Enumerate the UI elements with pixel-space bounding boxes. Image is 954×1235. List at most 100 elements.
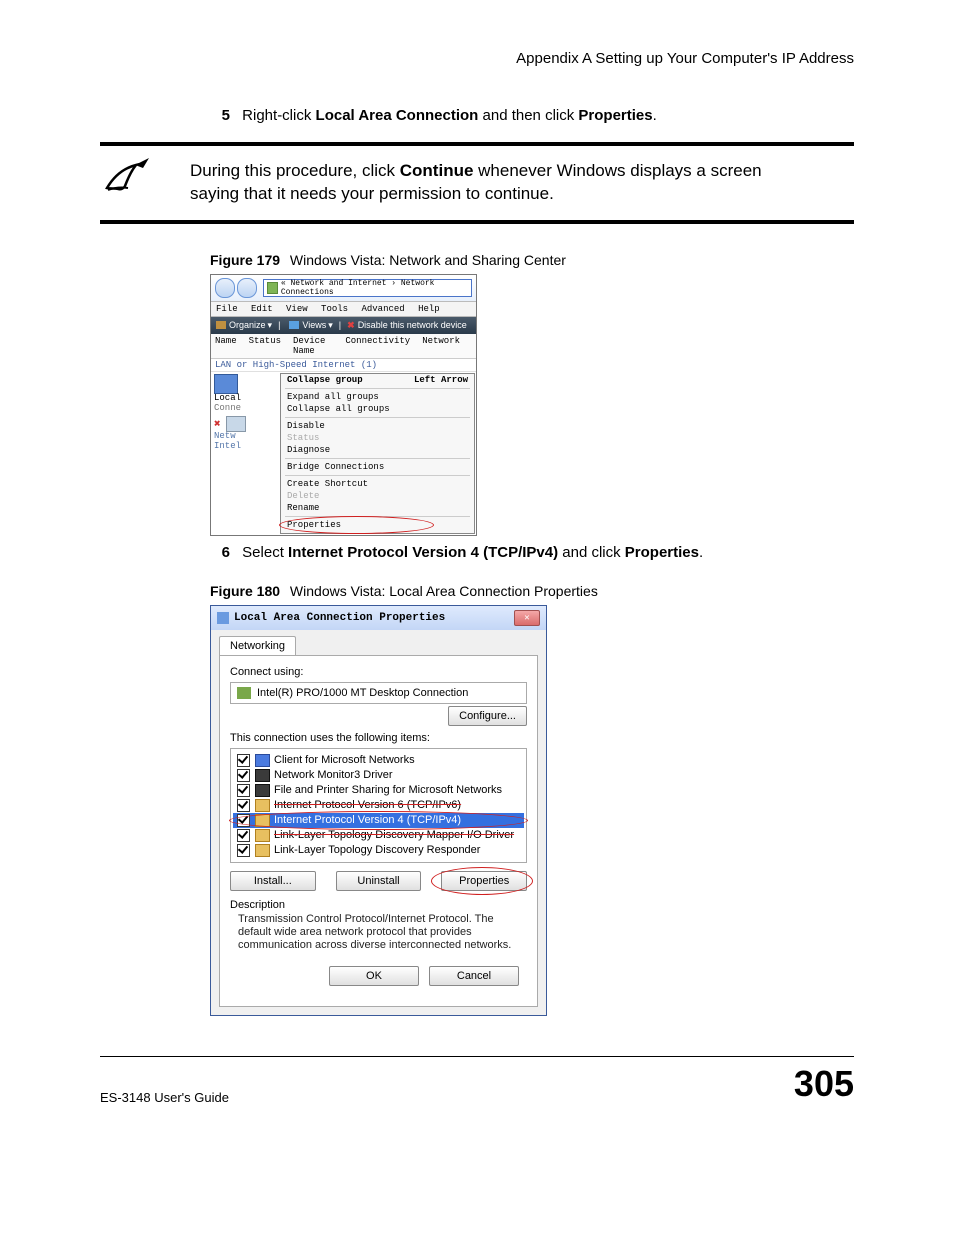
- menu-file[interactable]: File: [216, 304, 238, 314]
- col-network[interactable]: Network: [422, 336, 460, 356]
- properties-button[interactable]: Properties: [441, 871, 527, 891]
- install-button[interactable]: Install...: [230, 871, 316, 891]
- ctx-collapse-group[interactable]: Collapse group Left Arrow: [281, 374, 474, 386]
- menu-tools[interactable]: Tools: [321, 304, 348, 314]
- col-conn[interactable]: Connectivity: [345, 336, 410, 356]
- menu-help[interactable]: Help: [418, 304, 440, 314]
- cancel-button[interactable]: Cancel: [429, 966, 519, 986]
- protocol-icon: [255, 814, 270, 827]
- service-icon: [255, 784, 270, 797]
- checkbox-icon[interactable]: [237, 814, 250, 827]
- adapter-icon: [237, 687, 251, 699]
- forward-button[interactable]: [237, 278, 257, 298]
- close-button[interactable]: ✕: [514, 610, 540, 626]
- note-l2: saying that it needs your permission to …: [190, 184, 554, 203]
- step-6-num: 6: [210, 544, 230, 561]
- conn-sub: Conne: [214, 404, 276, 414]
- ctx-collapse-all[interactable]: Collapse all groups: [281, 403, 474, 415]
- note-l1-b: Continue: [400, 161, 474, 180]
- views-icon: [289, 321, 299, 329]
- nav-bar: « Network and Internet › Network Connect…: [211, 275, 476, 302]
- screen-icon: [226, 416, 246, 432]
- items-listbox[interactable]: Client for Microsoft Networks Network Mo…: [230, 748, 527, 863]
- list-item[interactable]: Link-Layer Topology Discovery Responder: [233, 843, 524, 858]
- ctx-status: Status: [281, 432, 474, 444]
- list-item[interactable]: Network Monitor3 Driver: [233, 768, 524, 783]
- connection-item[interactable]: Local Conne ✖ Netw Intel: [211, 372, 279, 535]
- step-6-b1: Internet Protocol Version 4 (TCP/IPv4): [288, 544, 558, 561]
- menu-edit[interactable]: Edit: [251, 304, 273, 314]
- running-header: Appendix A Setting up Your Computer's IP…: [100, 50, 854, 67]
- ctx-disable[interactable]: Disable: [281, 420, 474, 432]
- toolbar-disable[interactable]: Disable this network device: [358, 320, 467, 330]
- tab-networking[interactable]: Networking: [219, 636, 296, 655]
- list-item-label: Link-Layer Topology Discovery Responder: [274, 844, 480, 856]
- client-icon: [255, 754, 270, 767]
- ok-button[interactable]: OK: [329, 966, 419, 986]
- list-item[interactable]: File and Printer Sharing for Microsoft N…: [233, 783, 524, 798]
- step-5-b2: Properties: [578, 107, 652, 124]
- step-6-pre: Select: [242, 544, 288, 561]
- step-5-text-pre: Right-click: [242, 107, 315, 124]
- list-item-label: Internet Protocol Version 6 (TCP/IPv6): [274, 799, 461, 811]
- list-item[interactable]: Client for Microsoft Networks: [233, 753, 524, 768]
- driver-icon: [255, 769, 270, 782]
- folder-icon: [216, 321, 226, 329]
- step-6-mid: and click: [558, 544, 625, 561]
- list-item-label: Link-Layer Topology Discovery Mapper I/O…: [274, 829, 514, 841]
- checkbox-icon[interactable]: [237, 769, 250, 782]
- toolbar-views[interactable]: Views: [302, 320, 326, 330]
- page-footer: ES-3148 User's Guide 305: [100, 1056, 854, 1105]
- checkbox-icon[interactable]: [237, 784, 250, 797]
- category-header: LAN or High-Speed Internet (1): [211, 359, 476, 372]
- uninstall-button[interactable]: Uninstall: [336, 871, 422, 891]
- step-5-text-mid: and then click: [478, 107, 578, 124]
- ctx-properties[interactable]: Properties: [281, 519, 474, 531]
- disable-icon: ✖: [347, 320, 355, 331]
- list-item-selected[interactable]: Internet Protocol Version 4 (TCP/IPv4): [233, 813, 524, 828]
- ctx-delete: Delete: [281, 490, 474, 502]
- title-icon: [217, 612, 229, 624]
- checkbox-icon[interactable]: [237, 799, 250, 812]
- menu-view[interactable]: View: [286, 304, 308, 314]
- ctx-diagnose[interactable]: Diagnose: [281, 444, 474, 456]
- figure-180-text: Windows Vista: Local Area Connection Pro…: [290, 583, 598, 599]
- step-6: 6 Select Internet Protocol Version 4 (TC…: [100, 544, 854, 561]
- connection-icon: [214, 374, 238, 394]
- ctx-expand-all[interactable]: Expand all groups: [281, 391, 474, 403]
- ctx-rename[interactable]: Rename: [281, 502, 474, 514]
- list-item[interactable]: Internet Protocol Version 6 (TCP/IPv6): [233, 798, 524, 813]
- checkbox-icon[interactable]: [237, 844, 250, 857]
- ctx-shortcut[interactable]: Create Shortcut: [281, 478, 474, 490]
- checkbox-icon[interactable]: [237, 829, 250, 842]
- list-item-label: File and Printer Sharing for Microsoft N…: [274, 784, 502, 796]
- toolbar-organize[interactable]: Organize: [229, 320, 266, 330]
- col-status[interactable]: Status: [249, 336, 281, 356]
- protocol-icon: [255, 799, 270, 812]
- col-device[interactable]: Device Name: [293, 336, 333, 356]
- configure-button[interactable]: Configure...: [448, 706, 527, 726]
- tab-row: Networking: [211, 630, 546, 655]
- back-button[interactable]: [215, 278, 235, 298]
- ctx-bridge[interactable]: Bridge Connections: [281, 461, 474, 473]
- checkbox-icon[interactable]: [237, 754, 250, 767]
- column-headers: Name Status Device Name Connectivity Net…: [211, 334, 476, 359]
- list-item[interactable]: Link-Layer Topology Discovery Mapper I/O…: [233, 828, 524, 843]
- button-row: Install... Uninstall Properties: [230, 871, 527, 891]
- address-bar[interactable]: « Network and Internet › Network Connect…: [263, 279, 472, 297]
- adapter-field: Intel(R) PRO/1000 MT Desktop Connection: [230, 682, 527, 704]
- footer-guide: ES-3148 User's Guide: [100, 1090, 229, 1105]
- screenshot-lan-properties: Local Area Connection Properties ✕ Netwo…: [210, 605, 547, 1017]
- description-label: Description: [230, 899, 527, 911]
- col-name[interactable]: Name: [215, 336, 237, 356]
- dialog-footer: OK Cancel: [230, 966, 527, 996]
- footer-page-number: 305: [794, 1063, 854, 1105]
- menu-advanced[interactable]: Advanced: [361, 304, 404, 314]
- figure-180-caption: Figure 180 Windows Vista: Local Area Con…: [210, 583, 854, 599]
- dialog-panel: Connect using: Intel(R) PRO/1000 MT Desk…: [219, 655, 538, 1008]
- note-icon: [100, 154, 160, 199]
- connect-using-label: Connect using:: [230, 666, 527, 678]
- note-l1-pre: During this procedure, click: [190, 161, 400, 180]
- x-icon: ✖: [214, 417, 221, 431]
- note-text: During this procedure, click Continue wh…: [160, 160, 762, 206]
